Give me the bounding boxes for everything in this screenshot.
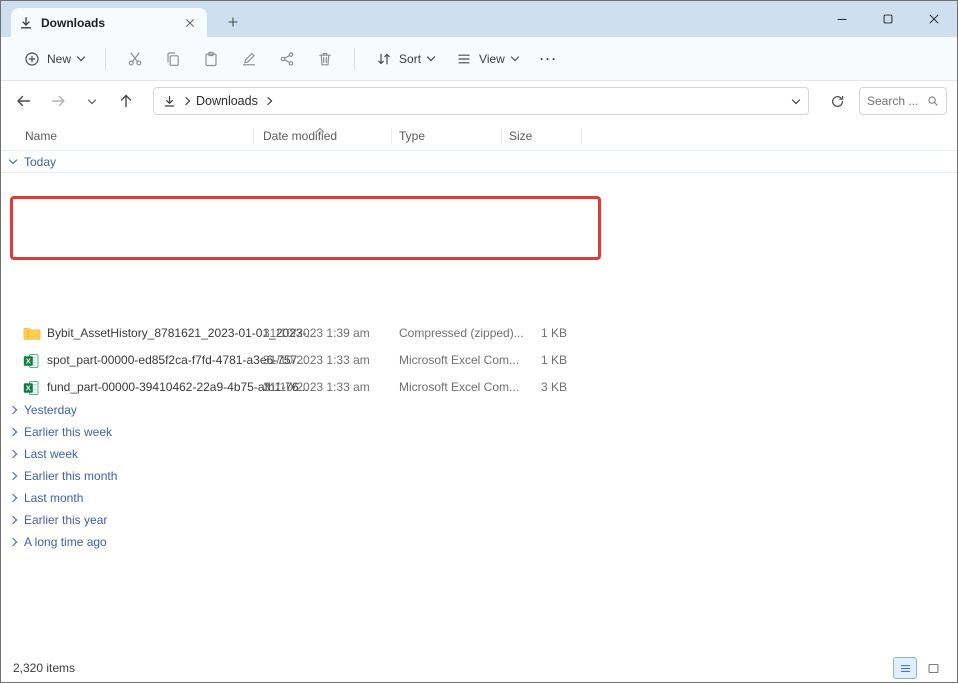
items-count: 2,320 items — [13, 661, 75, 675]
download-icon — [163, 95, 176, 108]
chevron-right-icon — [9, 472, 17, 480]
group-label: Yesterday — [24, 403, 77, 417]
file-date: 31/10/2023 1:33 am — [263, 374, 370, 401]
close-icon[interactable] — [911, 1, 957, 37]
chevron-right-icon — [9, 516, 17, 524]
svg-text:X: X — [26, 384, 31, 393]
chevron-right-icon — [9, 494, 17, 502]
maximize-icon[interactable] — [865, 1, 911, 37]
back-icon[interactable] — [11, 88, 37, 114]
group-header-earlier-this-year[interactable]: Earlier this year — [1, 509, 957, 531]
group-label: Last week — [24, 447, 78, 461]
file-size: 3 KB — [481, 374, 567, 401]
view-button[interactable]: View — [447, 45, 527, 73]
up-icon[interactable] — [113, 88, 139, 114]
tab-bar: Downloads — [1, 1, 957, 37]
address-bar[interactable]: Downloads — [153, 87, 809, 115]
file-date: 31/10/2023 1:39 am — [263, 320, 370, 347]
file-explorer-window: Downloads New — [0, 0, 958, 683]
address-dropdown-icon[interactable] — [792, 95, 800, 103]
tab-downloads[interactable]: Downloads — [11, 8, 207, 37]
toolbar-divider — [354, 48, 355, 70]
chevron-right-icon — [9, 406, 17, 414]
cut-icon[interactable] — [118, 43, 152, 75]
new-tab-button[interactable] — [223, 12, 243, 32]
column-name[interactable]: Name — [25, 123, 57, 149]
group-header-a-long-time-ago[interactable]: A long time ago — [1, 531, 957, 553]
more-options-button[interactable]: ··· — [531, 46, 567, 72]
view-button-label: View — [479, 52, 505, 66]
breadcrumb-chevron-icon — [182, 97, 190, 105]
chevron-right-icon — [9, 538, 17, 546]
new-button[interactable]: New — [15, 45, 93, 73]
group-header-earlier-this-month[interactable]: Earlier this month — [1, 465, 957, 487]
column-type[interactable]: Type — [399, 123, 425, 149]
command-toolbar: New Sort View — [1, 37, 957, 81]
share-icon[interactable] — [270, 43, 304, 75]
chevron-down-icon — [9, 156, 17, 164]
file-list: Today Bybit_AssetHistory_8781621_2023-01… — [1, 149, 957, 654]
forward-icon[interactable] — [45, 88, 71, 114]
file-row[interactable]: Bybit_AssetHistory_8781621_2023-01-01_20… — [1, 320, 957, 347]
group-header-last-month[interactable]: Last month — [1, 487, 957, 509]
minimize-icon[interactable] — [819, 1, 865, 37]
history-chevron-icon[interactable] — [79, 88, 105, 114]
file-date: 31/10/2023 1:33 am — [263, 347, 370, 374]
paste-icon[interactable] — [194, 43, 228, 75]
group-header-last-week[interactable]: Last week — [1, 443, 957, 465]
search-input[interactable] — [867, 94, 923, 108]
window-controls — [819, 1, 957, 37]
group-header-yesterday[interactable]: Yesterday — [1, 399, 957, 421]
breadcrumb-chevron-icon — [264, 97, 272, 105]
view-toggles — [893, 657, 945, 679]
status-bar: 2,320 items — [1, 654, 957, 682]
group-header-today[interactable]: Today — [1, 150, 957, 173]
column-date-modified[interactable]: Date modified — [263, 123, 337, 149]
svg-text:X: X — [26, 357, 31, 366]
search-box[interactable] — [859, 87, 947, 115]
new-button-label: New — [47, 52, 71, 66]
file-row[interactable]: X fund_part-00000-39410462-22a9-4b75-afb… — [1, 374, 957, 401]
file-size: 1 KB — [481, 320, 567, 347]
thumbnails-view-icon[interactable] — [921, 657, 945, 679]
file-size: 1 KB — [481, 347, 567, 374]
group-label: Earlier this month — [24, 469, 117, 483]
group-label: Earlier this week — [24, 425, 112, 439]
chevron-down-icon — [427, 53, 435, 61]
group-label: A long time ago — [24, 535, 107, 549]
group-header-earlier-this-week[interactable]: Earlier this week — [1, 421, 957, 443]
copy-icon[interactable] — [156, 43, 190, 75]
download-icon — [19, 16, 33, 30]
sort-button-label: Sort — [399, 52, 421, 66]
navigation-bar: Downloads — [1, 81, 957, 121]
rename-icon[interactable] — [232, 43, 266, 75]
group-label: Today — [24, 155, 56, 169]
chevron-down-icon — [77, 53, 85, 61]
group-label: Earlier this year — [24, 513, 107, 527]
excel-file-icon: X — [23, 353, 39, 369]
details-view-icon[interactable] — [893, 657, 917, 679]
group-label: Last month — [24, 491, 83, 505]
sort-button[interactable]: Sort — [367, 45, 443, 73]
chevron-down-icon — [511, 53, 519, 61]
refresh-icon[interactable] — [823, 87, 851, 115]
column-size[interactable]: Size — [509, 123, 532, 149]
delete-icon[interactable] — [308, 43, 342, 75]
column-headers: Name Date modified Type Size — [1, 123, 957, 149]
chevron-right-icon — [9, 428, 17, 436]
file-row[interactable]: X spot_part-00000-ed85f2ca-f7fd-4781-a3e… — [1, 347, 957, 374]
breadcrumb-downloads[interactable]: Downloads — [196, 94, 258, 108]
tab-close-icon[interactable] — [181, 14, 199, 32]
zip-folder-icon — [23, 326, 41, 341]
tab-title: Downloads — [41, 16, 105, 30]
search-icon — [927, 95, 939, 107]
excel-file-icon: X — [23, 380, 39, 396]
toolbar-divider — [105, 48, 106, 70]
ellipsis-icon: ··· — [540, 52, 558, 66]
chevron-right-icon — [9, 450, 17, 458]
